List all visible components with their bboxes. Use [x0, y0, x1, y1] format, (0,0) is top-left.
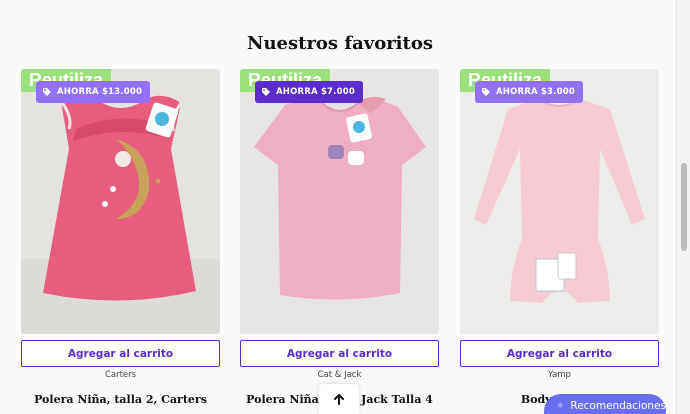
- pink-shirt-image: [21, 69, 220, 334]
- page-scrollbar[interactable]: [676, 0, 690, 414]
- scroll-to-top-button[interactable]: [319, 384, 359, 414]
- product-card-2[interactable]: Reutiliza AHORRA $7.000 Agregar al carri…: [240, 69, 439, 406]
- discount-badge: AHORRA $7.000: [255, 81, 363, 103]
- add-to-cart-button[interactable]: Agregar al carrito: [460, 340, 659, 367]
- discount-text: AHORRA $7.000: [276, 87, 355, 97]
- product-title[interactable]: Polera Niña, talla 2, Carters: [21, 393, 220, 406]
- add-to-cart-button[interactable]: Agregar al carrito: [21, 340, 220, 367]
- product-vendor[interactable]: Cat & Jack: [240, 370, 439, 380]
- product-vendor[interactable]: Carters: [21, 370, 220, 380]
- discount-badge: AHORRA $13.000: [36, 81, 151, 103]
- recommendations-button[interactable]: Recomendaciones: [544, 394, 666, 414]
- recommendations-label: Recomendaciones: [570, 400, 666, 412]
- arrow-up-icon: [334, 394, 344, 405]
- product-card-1[interactable]: Reutiliza AHORRA $13.000 Agregar al carr…: [21, 69, 220, 406]
- discount-text: AHORRA $3.000: [496, 87, 575, 97]
- product-vendor[interactable]: Yamp: [460, 370, 659, 380]
- section-title: Nuestros favoritos: [247, 33, 433, 54]
- product-image-1[interactable]: Reutiliza AHORRA $13.000: [21, 69, 220, 334]
- tag-icon: [482, 88, 490, 96]
- scrollbar-thumb[interactable]: [681, 163, 687, 251]
- product-image-2[interactable]: Reutiliza AHORRA $7.000: [240, 69, 439, 334]
- product-image-3[interactable]: Reutiliza AHORRA $3.000: [460, 69, 659, 334]
- add-to-cart-button[interactable]: Agregar al carrito: [240, 340, 439, 367]
- light-pink-shirt-image: [240, 69, 439, 334]
- pink-bodysuit-image: [460, 69, 659, 334]
- tag-icon: [262, 88, 270, 96]
- shopping-bag-icon: [558, 403, 563, 408]
- product-card-3[interactable]: Reutiliza AHORRA $3.000 Agregar al carri…: [460, 69, 659, 406]
- discount-badge: AHORRA $3.000: [475, 81, 583, 103]
- discount-text: AHORRA $13.000: [57, 87, 143, 97]
- tag-icon: [43, 88, 51, 96]
